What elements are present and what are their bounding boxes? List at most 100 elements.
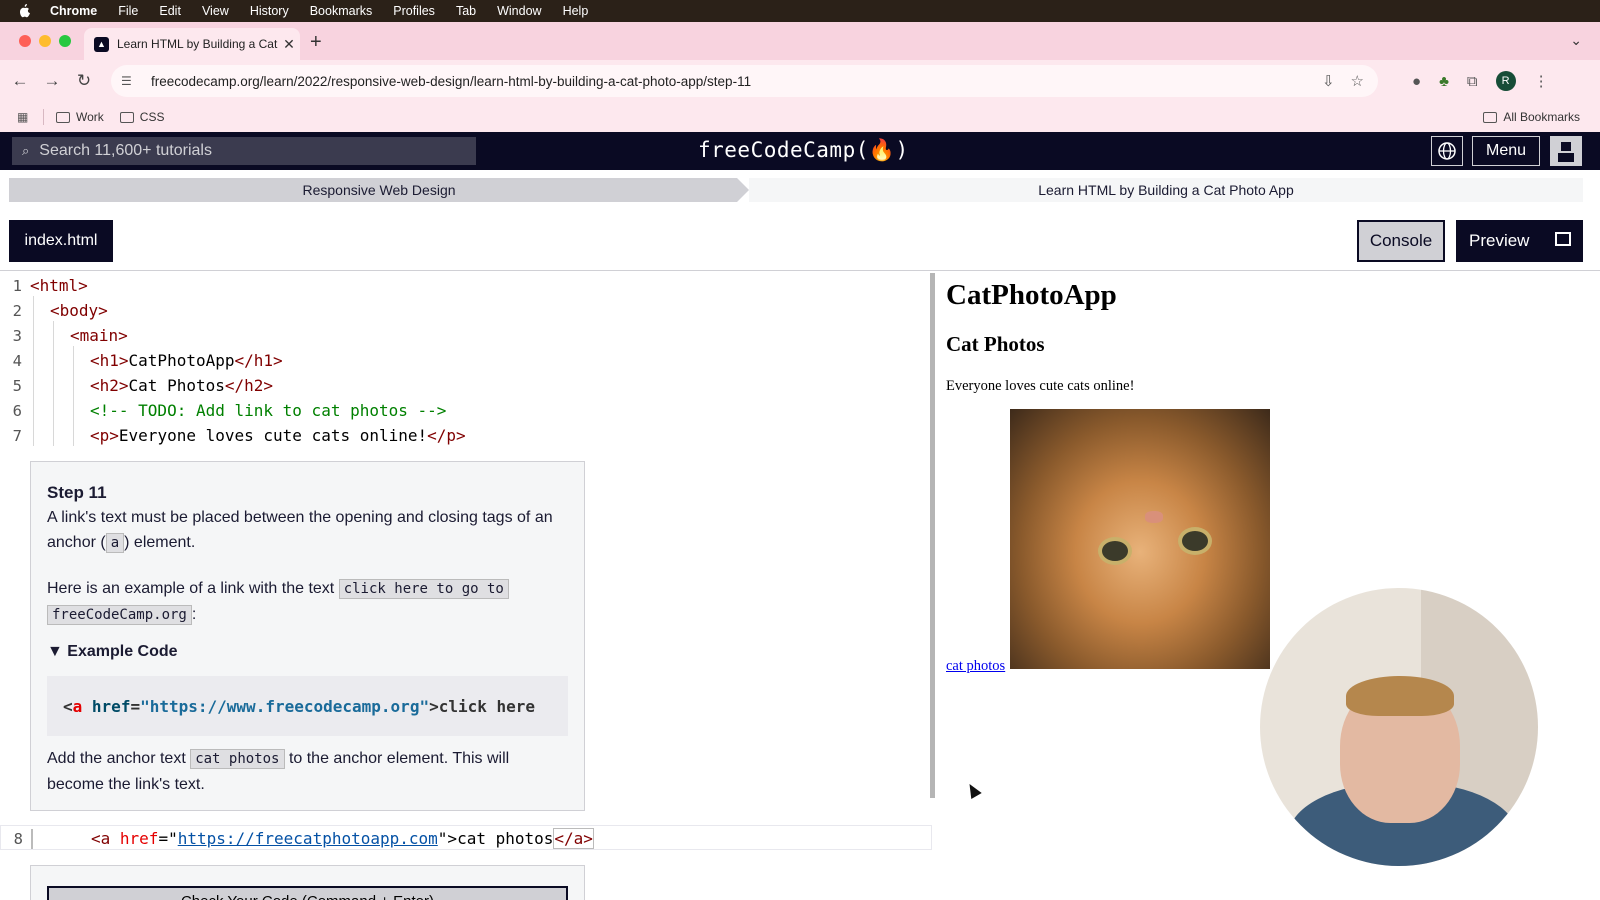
language-globe-icon[interactable] — [1431, 136, 1463, 166]
step-text: ) element. — [124, 534, 196, 551]
search-input[interactable]: ⌕ Search 11,600+ tutorials — [12, 137, 476, 165]
fcc-logo[interactable]: freeCodeCamp(🔥) — [698, 138, 909, 163]
console-button[interactable]: Console — [1357, 220, 1445, 262]
code-token: <h2> — [90, 376, 129, 395]
code-line-5[interactable]: 5 <h2> Cat Photos </h2> — [0, 373, 273, 398]
breadcrumb-superblock[interactable]: Responsive Web Design — [9, 178, 749, 202]
preview-button[interactable]: Preview — [1456, 220, 1583, 262]
line-number: 3 — [12, 326, 22, 345]
webcam-overlay — [1260, 588, 1538, 866]
extension-icon[interactable]: ● — [1412, 73, 1421, 90]
browser-tab-active[interactable]: ▲ Learn HTML by Building a Cat ✕ — [84, 28, 300, 60]
breadcrumb: Responsive Web Design Learn HTML by Buil… — [9, 178, 1583, 202]
bookmarks-bar: ▦ Work CSS All Bookmarks — [0, 102, 1600, 132]
macos-menubar: Chrome File Edit View History Bookmarks … — [0, 0, 1600, 22]
all-bookmarks-button[interactable]: All Bookmarks — [1483, 110, 1580, 124]
code-token: cat photos — [457, 829, 554, 848]
preview-heading-1: CatPhotoApp — [946, 279, 1117, 311]
menu-tab[interactable]: Tab — [456, 4, 476, 18]
back-arrow-icon[interactable]: ← — [4, 71, 36, 91]
popout-preview-icon[interactable] — [1555, 232, 1571, 246]
code-line-1[interactable]: 1 <html> — [0, 273, 88, 298]
breadcrumb-block[interactable]: Learn HTML by Building a Cat Photo App — [749, 178, 1583, 202]
webcam-person-hair — [1346, 676, 1454, 716]
site-settings-icon[interactable]: ☰ — [121, 74, 139, 88]
step-paragraph-3: Add the anchor text cat photos to the an… — [47, 746, 568, 797]
close-tab-icon[interactable]: ✕ — [278, 36, 300, 53]
menu-file[interactable]: File — [118, 4, 138, 18]
menu-app-chrome[interactable]: Chrome — [50, 4, 97, 18]
code-line-3[interactable]: 3 <main> — [0, 323, 128, 348]
tree-extension-icon[interactable]: ♣ — [1439, 73, 1449, 90]
apple-icon[interactable] — [18, 4, 32, 18]
file-tab-index-html[interactable]: index.html — [9, 220, 113, 262]
code-token: <a — [91, 829, 120, 848]
example-code-toggle[interactable]: ▼ Example Code — [47, 639, 568, 664]
step-text: Add the anchor text — [47, 750, 191, 767]
tab-title: Learn HTML by Building a Cat — [117, 37, 278, 51]
menu-view[interactable]: View — [202, 4, 229, 18]
address-bar[interactable]: ☰ freecodecamp.org/learn/2022/responsive… — [111, 65, 1378, 97]
bookmark-folder-css[interactable]: CSS — [119, 110, 165, 124]
code-line-8[interactable]: 8 <a href =" https://freecatphotoapp.com ">… — [1, 826, 594, 851]
apps-grid-icon[interactable]: ▦ — [17, 110, 31, 124]
code-line-2[interactable]: 2 <body> — [0, 298, 108, 323]
profile-avatar[interactable]: R — [1495, 71, 1516, 91]
preview-label: Preview — [1469, 231, 1530, 250]
bookmark-label: CSS — [139, 110, 165, 124]
preview-paragraph: Everyone loves cute cats online! — [946, 378, 1135, 394]
search-placeholder[interactable]: Search 11,600+ tutorials — [39, 142, 212, 160]
preview-cat-photos-link[interactable]: cat photos — [946, 658, 1005, 675]
step-paragraph-2: Here is an example of a link with the te… — [47, 576, 568, 628]
code-token: </a> — [553, 828, 594, 849]
bookmark-star-icon[interactable]: ☆ — [1351, 72, 1364, 90]
menu-window[interactable]: Window — [497, 4, 541, 18]
url-text[interactable]: freecodecamp.org/learn/2022/responsive-w… — [151, 74, 751, 89]
menu-button[interactable]: Menu — [1472, 136, 1540, 166]
code-link[interactable]: https://freecatphotoapp.com — [178, 829, 438, 848]
code-line-7[interactable]: 7 <p> Everyone loves cute cats online! </p… — [0, 423, 466, 448]
code-line-4[interactable]: 4 <h1> CatPhotoApp </h1> — [0, 348, 283, 373]
code-token: href — [119, 829, 159, 848]
code-token: Cat Photos — [128, 376, 225, 395]
bookmark-label: Work — [76, 110, 104, 124]
reload-icon[interactable]: ↻ — [68, 71, 100, 91]
forward-arrow-icon[interactable]: → — [36, 71, 68, 91]
code-token: =" — [158, 829, 178, 848]
user-avatar-icon[interactable] — [1550, 136, 1582, 166]
code-token: "> — [437, 829, 458, 848]
code-line-6[interactable]: 6 <!-- TODO: Add link to cat photos --> — [0, 398, 447, 423]
install-app-icon[interactable]: ⇩ — [1322, 72, 1335, 90]
line-number: 1 — [12, 276, 22, 295]
menu-edit[interactable]: Edit — [159, 4, 181, 18]
menu-history[interactable]: History — [250, 4, 289, 18]
window-controls — [19, 35, 71, 47]
bookmarks-separator — [43, 109, 44, 125]
menu-profiles[interactable]: Profiles — [393, 4, 435, 18]
menu-bookmarks[interactable]: Bookmarks — [310, 4, 373, 18]
line-number: 7 — [12, 426, 22, 445]
new-tab-button[interactable]: + — [310, 31, 322, 54]
code-token: < — [63, 696, 73, 716]
extensions-puzzle-icon[interactable]: ⧉ — [1467, 73, 1478, 90]
minimize-window-button[interactable] — [39, 35, 51, 47]
close-window-button[interactable] — [19, 35, 31, 47]
check-code-button[interactable]: Check Your Code (Command + Enter) — [47, 886, 568, 900]
bookmark-folder-work[interactable]: Work — [56, 110, 104, 124]
tab-search-chevron-icon[interactable]: ⌄ — [1570, 32, 1582, 49]
line-number: 4 — [12, 351, 22, 370]
step-paragraph-1: A link's text must be placed between the… — [47, 505, 568, 556]
menu-help[interactable]: Help — [563, 4, 589, 18]
code-token: <html> — [30, 276, 88, 295]
kebab-menu-icon[interactable]: ⋮ — [1534, 72, 1549, 90]
all-bookmarks-label: All Bookmarks — [1503, 110, 1580, 124]
cat-photo-image — [1010, 409, 1270, 669]
code-line-8-editable[interactable]: 8 <a href =" https://freecatphotoapp.com ">… — [0, 825, 932, 850]
code-token: <h1> — [90, 351, 129, 370]
browser-toolbar: ← → ↻ ☰ freecodecamp.org/learn/2022/resp… — [0, 60, 1600, 102]
maximize-window-button[interactable] — [59, 35, 71, 47]
check-panel: Check Your Code (Command + Enter) — [30, 865, 585, 900]
inline-code: cat photos — [190, 749, 285, 769]
editor-scrollbar[interactable] — [930, 273, 935, 798]
line-number: 5 — [12, 376, 22, 395]
